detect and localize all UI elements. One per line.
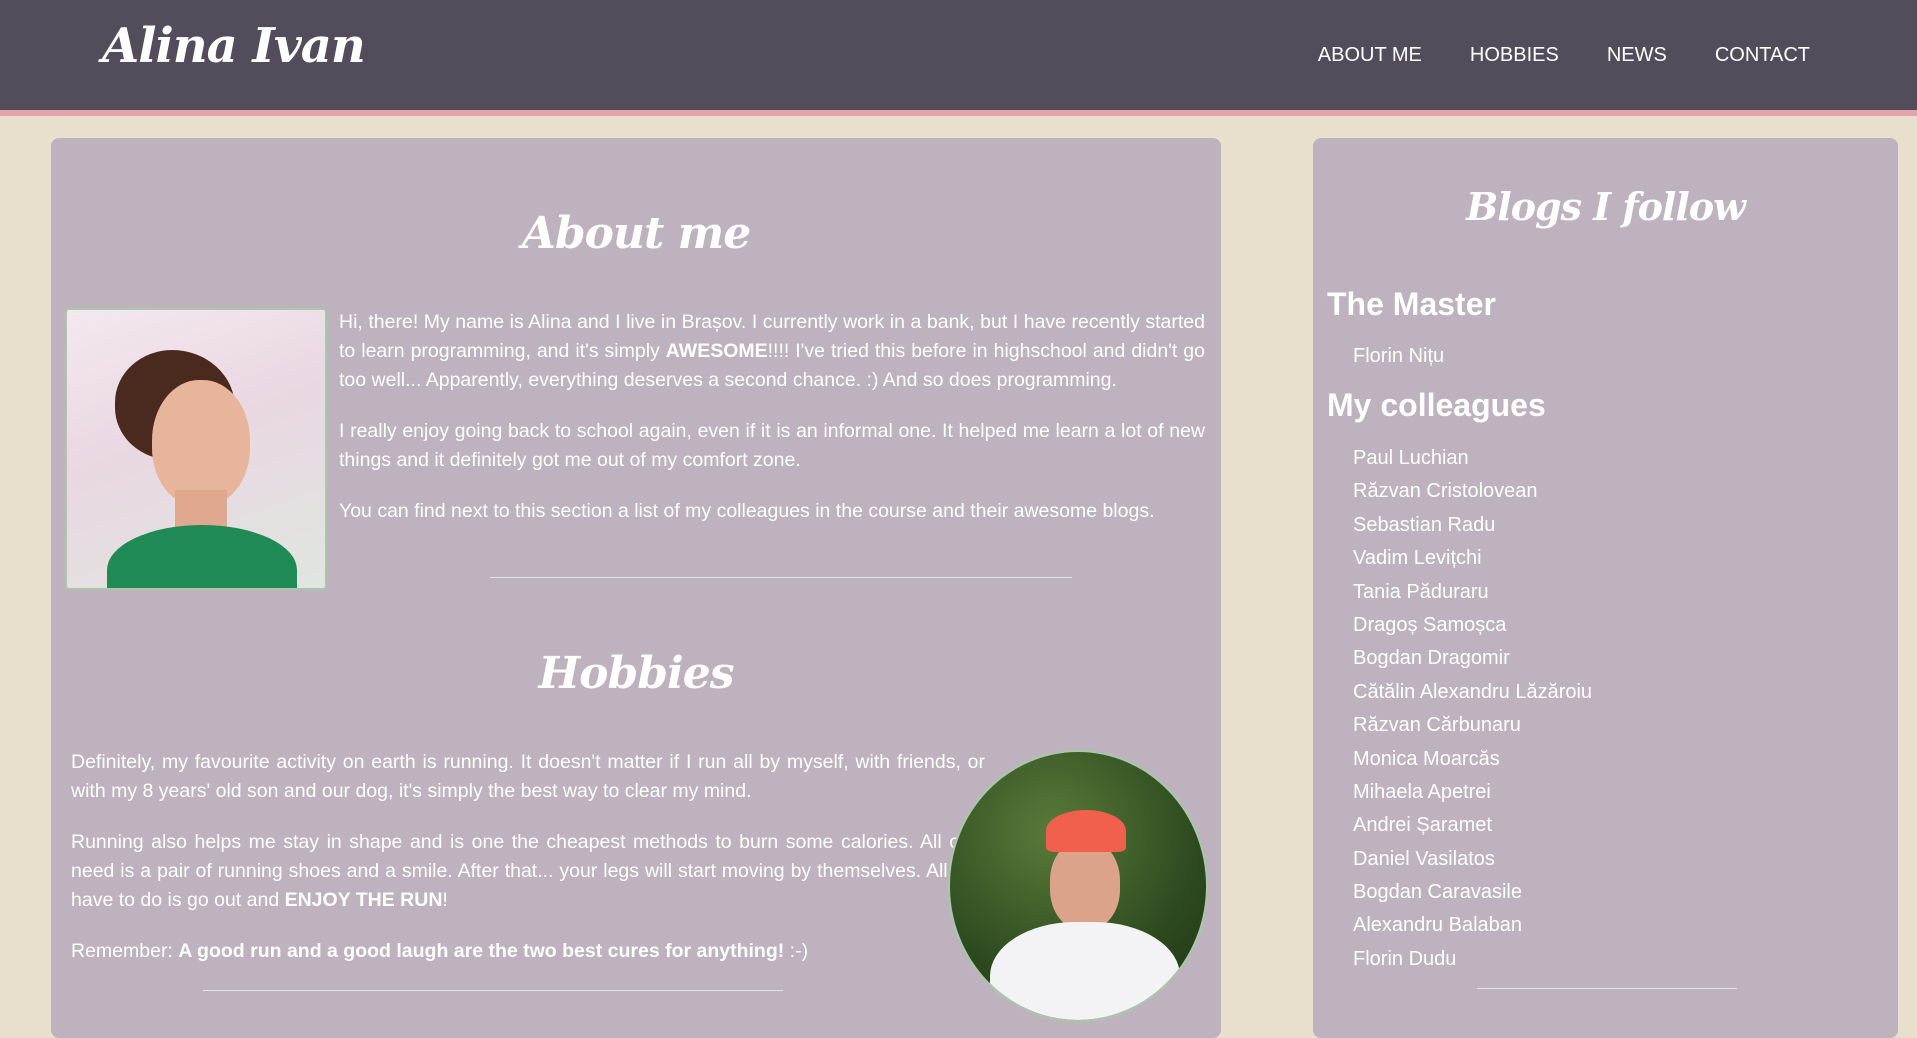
list-item[interactable]: Vadim Levițchi [1353,542,1592,575]
master-list: Florin Nițu [1353,340,1444,373]
blog-link[interactable]: Monica Moarcăs [1353,748,1500,770]
list-item[interactable]: Tania Păduraru [1353,576,1592,609]
quote-emphasis: A good run and a good laugh are the two … [178,940,785,962]
site-logo[interactable]: Alina Ivan [102,18,366,74]
blog-link[interactable]: Răzvan Cristolovean [1353,480,1538,502]
list-item[interactable]: Paul Luchian [1353,442,1592,475]
hobbies-paragraph-3: Remember: A good run and a good laugh ar… [71,940,809,962]
nav-contact[interactable]: CONTACT [1715,44,1810,67]
blog-link[interactable]: Tania Păduraru [1353,581,1489,603]
blog-link[interactable]: Mihaela Apetrei [1353,781,1491,803]
list-item[interactable]: Andrei Șaramet [1353,809,1592,842]
site-header: Alina Ivan ABOUT ME HOBBIES NEWS CONTACT [0,0,1917,116]
list-item[interactable]: Mihaela Apetrei [1353,776,1592,809]
hobbies-paragraph-1: Definitely, my favourite activity on ear… [71,751,985,802]
nav-hobbies[interactable]: HOBBIES [1470,44,1559,67]
blog-link[interactable]: Sebastian Radu [1353,514,1495,536]
colleagues-list: Paul Luchian Răzvan Cristolovean Sebasti… [1353,442,1592,976]
hobbies-divider [203,990,783,991]
list-item[interactable]: Dragoș Samoșca [1353,609,1592,642]
blog-link[interactable]: Florin Dudu [1353,948,1456,970]
master-heading: The Master [1327,286,1496,322]
list-item[interactable]: Sebastian Radu [1353,509,1592,542]
running-photo [948,750,1208,1022]
blog-link[interactable]: Alexandru Balaban [1353,914,1522,936]
blog-link[interactable]: Andrei Șaramet [1353,814,1492,836]
list-item[interactable]: Alexandru Balaban [1353,909,1592,942]
blogs-sidebar: Blogs I follow The Master Florin Nițu My… [1313,138,1898,1038]
colleagues-heading: My colleagues [1327,387,1546,423]
list-item[interactable]: Răzvan Cristolovean [1353,475,1592,508]
about-divider [490,577,1072,578]
nav-news[interactable]: NEWS [1607,44,1667,67]
list-item[interactable]: Daniel Vasilatos [1353,843,1592,876]
list-item[interactable]: Bogdan Caravasile [1353,876,1592,909]
about-paragraph-2: I really enjoy going back to school agai… [339,420,1205,471]
blog-link[interactable]: Daniel Vasilatos [1353,848,1495,870]
about-title: About me [521,208,751,259]
list-item[interactable]: Cătălin Alexandru Lăzăroiu [1353,676,1592,709]
enjoy-the-run-emphasis: ENJOY THE RUN [284,889,443,911]
list-item[interactable]: Bogdan Dragomir [1353,642,1592,675]
profile-photo [65,308,327,590]
list-item[interactable]: Florin Dudu [1353,943,1592,976]
hobbies-text: Definitely, my favourite activity on ear… [71,748,985,988]
blog-link[interactable]: Vadim Levițchi [1353,547,1482,569]
list-item[interactable]: Monica Moarcăs [1353,743,1592,776]
main-nav: ABOUT ME HOBBIES NEWS CONTACT [1318,44,1810,67]
about-paragraph-3: You can find next to this section a list… [339,500,1155,522]
main-content-panel: About me Hi, there! My name is Alina and… [51,138,1221,1038]
blog-link[interactable]: Florin Nițu [1353,345,1444,367]
blog-link[interactable]: Răzvan Cărbunaru [1353,714,1521,736]
blog-link[interactable]: Paul Luchian [1353,447,1469,469]
list-item[interactable]: Florin Nițu [1353,340,1444,373]
blog-link[interactable]: Dragoș Samoșca [1353,614,1506,636]
blog-link[interactable]: Cătălin Alexandru Lăzăroiu [1353,681,1592,703]
hobbies-paragraph-2: Running also helps me stay in shape and … [71,831,985,911]
hobbies-title: Hobbies [538,648,735,699]
blog-link[interactable]: Bogdan Dragomir [1353,647,1510,669]
blogs-title: Blogs I follow [1466,184,1746,229]
awesome-emphasis: AWESOME [665,340,768,362]
about-text: Hi, there! My name is Alina and I live i… [339,308,1205,548]
about-paragraph-1: Hi, there! My name is Alina and I live i… [339,311,1206,391]
sidebar-divider [1477,988,1737,989]
list-item[interactable]: Răzvan Cărbunaru [1353,709,1592,742]
blog-link[interactable]: Bogdan Caravasile [1353,881,1522,903]
nav-about-me[interactable]: ABOUT ME [1318,44,1422,67]
